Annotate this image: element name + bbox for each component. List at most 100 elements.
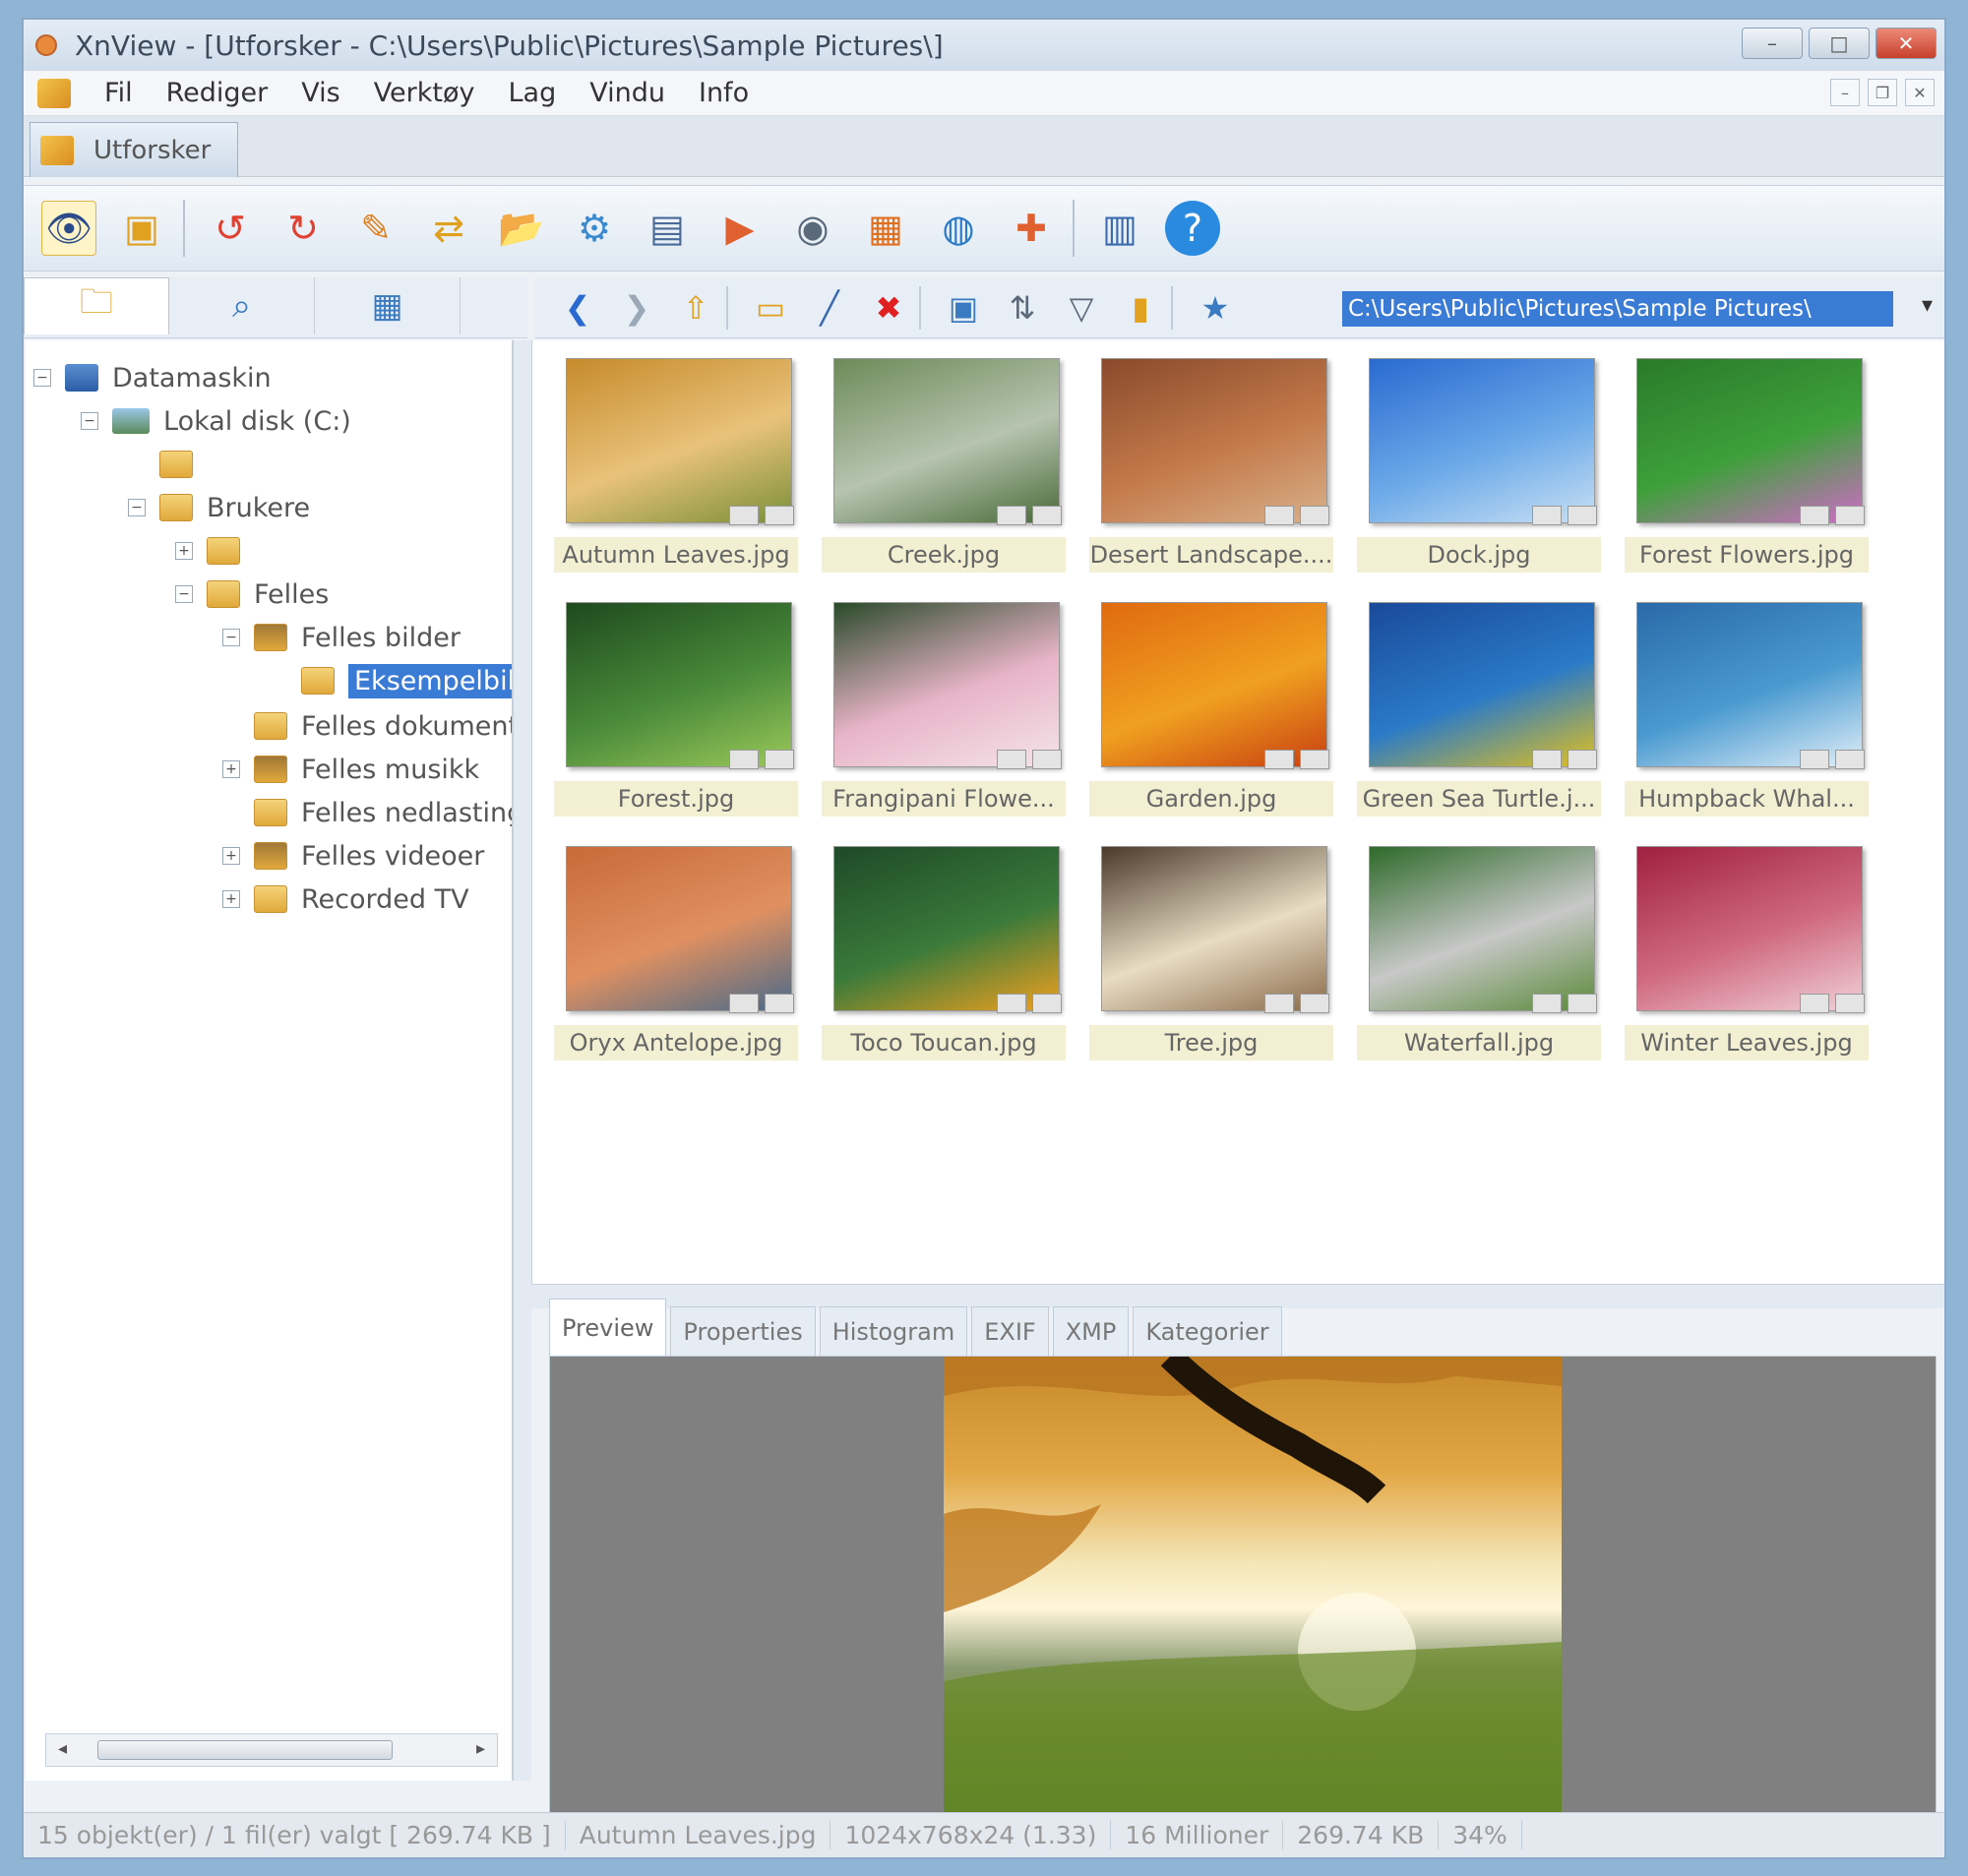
menu-vis[interactable]: Vis [301,78,339,108]
tree-item[interactable]: − Felles bilder [222,618,461,657]
thumbnail-item[interactable]: Creek.jpg [822,358,1068,576]
puzzle-icon[interactable]: ✚ [1004,201,1059,256]
tree-item[interactable]: + Recorded TV [222,879,469,919]
slideshow-icon[interactable]: ▶ [712,201,768,256]
tab-search[interactable]: ⌕ [169,277,315,334]
thumbnail-item[interactable]: Winter Leaves.jpg [1625,846,1871,1064]
tree-horizontal-scrollbar[interactable]: ◂ ▸ [45,1733,498,1767]
tab-folders[interactable]: 🗀 [24,277,169,334]
menu-lag[interactable]: Lag [509,78,557,108]
tree-item[interactable]: − Brukere [128,488,310,527]
thumbnail-item[interactable]: Oryx Antelope.jpg [554,846,800,1064]
scroll-thumb[interactable] [97,1740,393,1760]
collapse-icon[interactable]: − [222,629,240,646]
convert-icon[interactable]: ⇄ [421,201,476,256]
maximize-button[interactable]: □ [1809,28,1870,59]
thumbnail-item[interactable]: Tree.jpg [1089,846,1335,1064]
doc-minimize-button[interactable]: – [1830,79,1860,106]
menu-rediger[interactable]: Rediger [166,78,269,108]
tree-item[interactable]: − Felles [175,575,329,614]
collapse-icon[interactable]: − [81,412,98,430]
tree-item[interactable]: + Felles musikk [222,750,479,789]
thumbnail-item[interactable]: Humpback Whal... [1625,602,1871,820]
tab-utforsker[interactable]: Utforsker [30,122,238,177]
close-button[interactable]: ✕ [1876,28,1937,59]
thumbnail-item[interactable]: Green Sea Turtle.j... [1357,602,1603,820]
collapse-icon[interactable]: − [175,585,193,603]
thumbnail-item[interactable]: Waterfall.jpg [1357,846,1603,1064]
scroll-right-icon[interactable]: ▸ [476,1738,485,1759]
minimize-button[interactable]: – [1742,28,1803,59]
menu-fil[interactable]: Fil [104,78,133,108]
screen-icon[interactable]: ▦ [858,201,913,256]
folder-options-icon[interactable]: ▮ [1124,289,1157,327]
back-icon[interactable]: ❮ [561,289,594,327]
new-folder-icon[interactable]: ▭ [754,289,787,327]
edit-icon[interactable]: ✎ [348,201,403,256]
tab-favorites[interactable]: ▦ [315,277,461,334]
eye-icon[interactable]: 👁 [41,201,96,256]
tree-item[interactable]: Felles dokumenter [222,706,512,746]
expand-icon[interactable]: + [222,890,240,908]
tree-item[interactable]: − Lokal disk (C:) [81,401,351,441]
thumbnail-item[interactable]: Dock.jpg [1357,358,1603,576]
scanner-icon[interactable]: ▤ [640,201,695,256]
tree-item[interactable]: Eksempelbilder [270,661,512,700]
menu-info[interactable]: Info [699,78,749,108]
scroll-left-icon[interactable]: ◂ [58,1738,67,1759]
tree-item[interactable]: + [175,531,254,571]
jpg-badge [729,750,759,769]
favorites-star-icon[interactable]: ★ [1199,289,1232,327]
sort-icon[interactable]: ⇅ [1006,289,1039,327]
tab-histogram[interactable]: Histogram [819,1306,968,1356]
collapse-icon[interactable]: − [128,499,146,516]
vertical-splitter[interactable] [514,340,531,1781]
jpg-badge [997,750,1026,769]
view-mode-icon[interactable]: ▣ [947,289,980,327]
thumbnail-item[interactable]: Garden.jpg [1089,602,1335,820]
chevron-down-icon[interactable]: ▾ [1922,293,1933,318]
settings-icon[interactable]: ⚙ [567,201,622,256]
tree-item[interactable] [128,445,207,484]
tree-item[interactable]: − Datamaskin [33,358,272,397]
rotate-left-icon[interactable]: ↺ [203,201,258,256]
menu-vindu[interactable]: Vindu [589,78,665,108]
tab-preview[interactable]: Preview [549,1299,667,1356]
book-icon[interactable]: ▥ [1092,201,1147,256]
address-field[interactable]: C:\Users\Public\Pictures\Sample Pictures… [1342,291,1893,327]
forward-icon[interactable]: ❯ [620,289,653,327]
thumbnail-item[interactable]: Toco Toucan.jpg [822,846,1068,1064]
tree-item[interactable]: Felles nedlasting [222,793,512,832]
tree-item-label: Recorded TV [301,883,469,915]
folder-open-icon[interactable]: 📂 [494,201,549,256]
parent-folder-icon[interactable]: ⇧ [679,289,712,327]
filter-icon[interactable]: ▽ [1065,289,1098,327]
thumbnail-item[interactable]: Forest Flowers.jpg [1625,358,1871,576]
menu-bar: Fil Rediger Vis Verktøy Lag Vindu Info –… [24,71,1944,116]
rename-icon[interactable]: ╱ [813,289,846,327]
doc-close-button[interactable]: ✕ [1905,79,1935,106]
help-icon[interactable]: ? [1165,201,1220,256]
tab-kategorier[interactable]: Kategorier [1133,1306,1282,1356]
rotate-right-icon[interactable]: ↻ [276,201,331,256]
expand-icon[interactable]: + [175,542,193,560]
delete-icon[interactable]: ✖ [872,289,905,327]
menu-verktoy[interactable]: Verktøy [374,78,475,108]
browser-icon[interactable]: ▣ [114,201,169,256]
doc-restore-button[interactable]: ❐ [1868,79,1897,106]
expand-icon[interactable]: + [222,847,240,865]
tab-xmp[interactable]: XMP [1052,1306,1130,1356]
tab-properties[interactable]: Properties [670,1306,816,1356]
thumbnail-item[interactable]: Frangipani Flowe... [822,602,1068,820]
expand-icon[interactable]: + [222,760,240,778]
web-icon[interactable]: ◍ [931,201,986,256]
tree-item[interactable]: + Felles videoer [222,836,484,876]
collapse-icon[interactable]: − [33,369,51,387]
thumbnail-item[interactable]: Forest.jpg [554,602,800,820]
tab-exif[interactable]: EXIF [971,1306,1049,1356]
thumbnail-image [1101,846,1327,1011]
camera-icon[interactable]: ◉ [785,201,840,256]
thumbnail-item[interactable]: Autumn Leaves.jpg [554,358,800,576]
app-menu-icon[interactable] [37,78,71,108]
thumbnail-item[interactable]: Desert Landscape.... [1089,358,1335,576]
